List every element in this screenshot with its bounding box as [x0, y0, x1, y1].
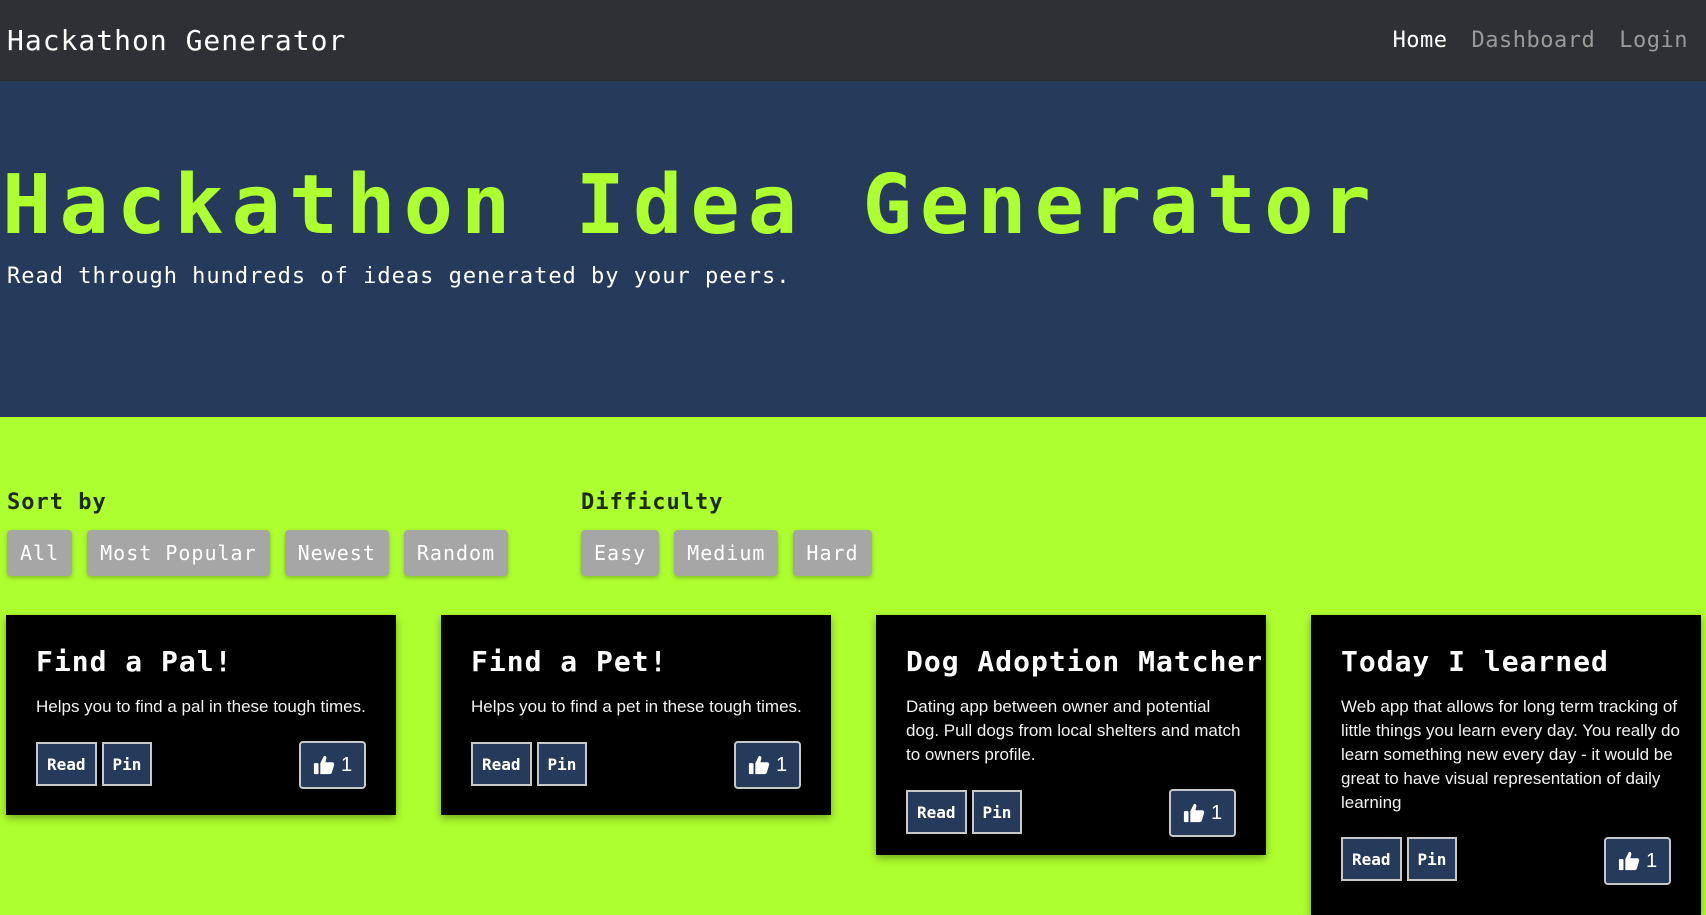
idea-title: Dog Adoption Matcher — [906, 645, 1264, 678]
idea-title: Find a Pet! — [471, 645, 668, 678]
hero-section: Hackathon Idea Generator Read through hu… — [0, 81, 1706, 417]
navbar: Hackathon Generator Home Dashboard Login — [0, 0, 1706, 81]
thumbs-up-icon — [313, 755, 335, 775]
idea-title: Find a Pal! — [36, 645, 233, 678]
read-button[interactable]: Read — [1341, 837, 1402, 881]
difficulty-hard-button[interactable]: Hard — [793, 530, 872, 576]
hero-subtitle: Read through hundreds of ideas generated… — [7, 264, 791, 289]
read-button[interactable]: Read — [36, 742, 97, 786]
idea-actions: Read Pin — [1341, 837, 1462, 881]
like-count: 1 — [1210, 801, 1223, 824]
idea-card: Today I learned Web app that allows for … — [1311, 615, 1701, 915]
difficulty-filter-group: Difficulty Easy Medium Hard — [581, 490, 887, 576]
sort-newest-button[interactable]: Newest — [284, 530, 389, 576]
like-button[interactable]: 1 — [1604, 837, 1671, 885]
difficulty-label: Difficulty — [581, 490, 724, 515]
like-button[interactable]: 1 — [299, 741, 366, 789]
nav-home-link[interactable]: Home — [1393, 28, 1448, 53]
pin-button[interactable]: Pin — [971, 790, 1023, 834]
difficulty-buttons: Easy Medium Hard — [581, 530, 887, 576]
idea-actions: Read Pin — [471, 742, 592, 786]
like-button[interactable]: 1 — [734, 741, 801, 789]
read-button[interactable]: Read — [906, 790, 967, 834]
thumbs-up-icon — [1618, 851, 1640, 871]
hero-title: Hackathon Idea Generator — [2, 158, 1379, 253]
like-count: 1 — [1645, 849, 1658, 872]
thumbs-up-icon — [748, 755, 770, 775]
idea-actions: Read Pin — [906, 790, 1027, 834]
pin-button[interactable]: Pin — [536, 742, 588, 786]
pin-button[interactable]: Pin — [101, 742, 153, 786]
idea-actions: Read Pin — [36, 742, 157, 786]
idea-description: Helps you to find a pet in these tough t… — [471, 697, 802, 716]
sort-random-button[interactable]: Random — [403, 530, 509, 576]
idea-description: Dating app between owner and potential d… — [906, 697, 1241, 764]
thumbs-up-icon — [1183, 803, 1205, 823]
sort-filter-group: Sort by All Most Popular Newest Random — [7, 490, 523, 576]
read-button[interactable]: Read — [471, 742, 532, 786]
nav-links: Home Dashboard Login — [1369, 28, 1688, 53]
idea-description: Helps you to find a pal in these tough t… — [36, 697, 366, 716]
nav-login-link[interactable]: Login — [1619, 28, 1688, 53]
idea-card: Find a Pal! Helps you to find a pal in t… — [6, 615, 396, 815]
brand-link[interactable]: Hackathon Generator — [7, 24, 346, 57]
difficulty-medium-button[interactable]: Medium — [674, 530, 779, 576]
sort-most-popular-button[interactable]: Most Popular — [87, 530, 270, 576]
pin-button[interactable]: Pin — [1406, 837, 1458, 881]
sort-all-button[interactable]: All — [7, 530, 73, 576]
idea-title: Today I learned — [1341, 645, 1609, 678]
like-count: 1 — [775, 753, 788, 776]
difficulty-easy-button[interactable]: Easy — [581, 530, 660, 576]
idea-description: Web app that allows for long term tracki… — [1341, 697, 1680, 812]
nav-dashboard-link[interactable]: Dashboard — [1472, 28, 1596, 53]
sort-label: Sort by — [7, 490, 107, 515]
idea-card: Find a Pet! Helps you to find a pet in t… — [441, 615, 831, 815]
idea-card: Dog Adoption Matcher Dating app between … — [876, 615, 1266, 855]
like-button[interactable]: 1 — [1169, 789, 1236, 837]
like-count: 1 — [340, 753, 353, 776]
sort-buttons: All Most Popular Newest Random — [7, 530, 523, 576]
